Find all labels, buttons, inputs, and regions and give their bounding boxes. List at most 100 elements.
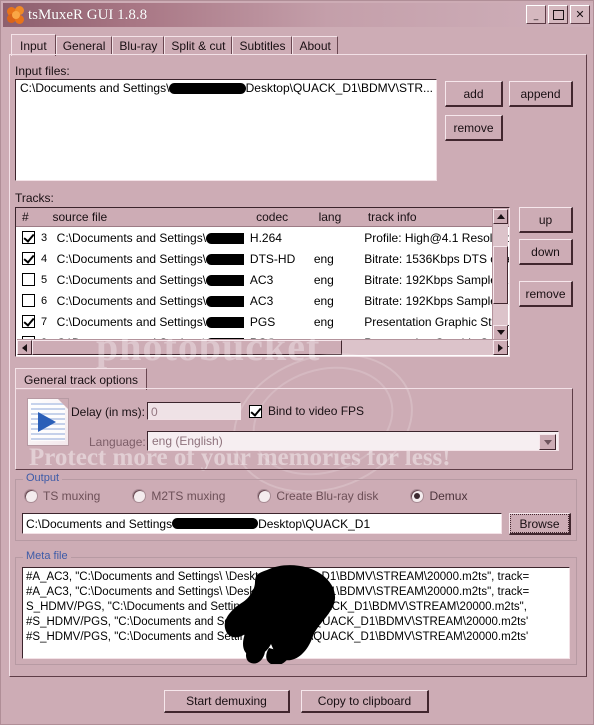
add-button[interactable]: add — [445, 81, 503, 107]
radio-indicator[interactable] — [410, 489, 425, 503]
track-codec: AC3 — [249, 272, 274, 287]
chevron-up-icon — [496, 214, 505, 219]
track-source-file: C:\Documents and Settings\... — [51, 294, 244, 308]
scroll-right-button[interactable] — [493, 340, 508, 355]
track-options-tabstrip: General track options — [15, 368, 573, 390]
language-value: eng (English) — [152, 434, 223, 448]
maximize-icon — [549, 6, 567, 23]
chevron-down-icon[interactable] — [539, 434, 556, 450]
scroll-down-button[interactable] — [493, 325, 508, 340]
minimize-button[interactable]: _ — [526, 5, 546, 24]
table-row[interactable]: 3 C:\Documents and Settings\... H.264 Pr… — [16, 227, 509, 248]
chevron-left-icon — [22, 343, 27, 352]
redaction-bar — [206, 316, 244, 328]
move-track-down-button[interactable]: down — [519, 239, 573, 265]
meta-file-line: S_HDMV/PGS, "C:\Documents and Settings\ … — [26, 601, 527, 613]
track-number: 6 — [41, 294, 48, 307]
output-mode-radio-group: TS muxing M2TS muxing Create Blu-ray dis… — [24, 489, 499, 503]
track-number: 5 — [41, 273, 48, 286]
radio-ts-muxing[interactable]: TS muxing — [24, 489, 100, 503]
horizontal-scroll-thumb[interactable] — [32, 340, 342, 355]
input-file-path-suffix: Desktop\QUACK_D1\BDMV\STR... — [245, 81, 433, 95]
chevron-right-icon — [498, 343, 503, 352]
track-source-file: C:\Documents and Settings\. — [51, 273, 244, 287]
bind-to-video-fps-row[interactable]: Bind to video FPS — [249, 404, 364, 418]
meta-file-line: #A_AC3, "C:\Documents and Settings\ \Des… — [26, 586, 530, 598]
table-row[interactable]: 6 C:\Documents and Settings\... AC3 eng … — [16, 290, 509, 311]
media-file-icon — [27, 398, 69, 446]
tab-split-and-cut[interactable]: Split & cut — [164, 36, 233, 55]
window-title: tsMuxeR GUI 1.8.8 — [28, 6, 148, 23]
close-button[interactable]: ✕ — [570, 5, 590, 24]
chevron-down-icon — [496, 330, 505, 335]
column-header-source-file: source file — [52, 210, 108, 224]
tab-general-track-options[interactable]: General track options — [15, 368, 148, 390]
track-checkbox[interactable] — [22, 252, 35, 265]
radio-demux[interactable]: Demux — [410, 489, 467, 503]
language-label: Language: — [89, 435, 146, 449]
output-groupbox: Output TS muxing M2TS muxing Create Blu-… — [15, 472, 577, 541]
tab-general[interactable]: General — [55, 36, 113, 55]
input-files-list[interactable]: C:\Documents and Settings\ Desktop\QUACK_… — [15, 79, 437, 181]
track-source-text: C:\Documents and Settings\ — [56, 272, 207, 287]
radio-indicator[interactable] — [24, 489, 38, 503]
bind-to-video-fps-label: Bind to video FPS — [268, 404, 365, 418]
output-path-input[interactable]: C:\Documents and Settings Desktop\QUACK_D… — [22, 513, 502, 534]
bind-to-video-fps-checkbox[interactable] — [249, 404, 262, 418]
tab-input[interactable]: Input — [11, 34, 56, 56]
main-tabs: Input General Blu-ray Split & cut Subtit… — [11, 34, 585, 56]
input-files-label: Input files: — [15, 64, 70, 78]
maximize-button[interactable] — [548, 5, 568, 24]
tab-label: Split & cut — [171, 39, 226, 53]
tracks-table[interactable]: # source file codec lang track info 3 C:… — [15, 207, 510, 357]
append-button[interactable]: append — [509, 81, 573, 107]
radio-label: Create Blu-ray disk — [276, 489, 379, 503]
vertical-scroll-thumb[interactable] — [493, 246, 508, 304]
tracks-vertical-scrollbar[interactable] — [492, 209, 508, 340]
track-checkbox[interactable] — [22, 315, 35, 328]
radio-indicator[interactable] — [257, 489, 272, 503]
track-info: Profile: High@4.1 Resolution: 1 — [364, 230, 509, 245]
language-select[interactable]: eng (English) — [147, 431, 559, 451]
browse-button[interactable]: Browse — [509, 513, 571, 535]
scroll-up-button[interactable] — [493, 209, 508, 224]
track-number: 4 — [41, 252, 48, 265]
tracks-label: Tracks: — [15, 191, 54, 205]
tab-label: About — [299, 39, 331, 53]
move-track-up-button[interactable]: up — [519, 207, 573, 233]
track-codec: PGS — [249, 314, 276, 329]
meta-file-textarea[interactable]: #A_AC3, "C:\Documents and Settings\ \Des… — [22, 567, 570, 659]
delay-input[interactable]: 0 — [147, 402, 241, 420]
meta-file-groupbox: Meta file #A_AC3, "C:\Documents and Sett… — [15, 550, 577, 665]
redaction-bar — [169, 82, 246, 94]
remove-track-button[interactable]: remove — [519, 281, 573, 307]
tab-about[interactable]: About — [292, 36, 338, 55]
track-codec: DTS-HD — [249, 251, 296, 266]
copy-to-clipboard-button[interactable]: Copy to clipboard — [301, 690, 429, 713]
output-path-suffix: Desktop\QUACK_D1 — [258, 516, 371, 531]
radio-m2ts-muxing[interactable]: M2TS muxing — [132, 489, 225, 503]
delay-label: Delay (in ms): — [71, 405, 146, 419]
track-source-text: C:\Documents and Settings\ — [56, 251, 207, 266]
start-demuxing-button[interactable]: Start demuxing — [164, 690, 290, 713]
track-options-panel — [15, 388, 573, 470]
track-checkbox[interactable] — [22, 294, 35, 307]
radio-indicator[interactable] — [132, 489, 147, 503]
radio-label: Demux — [429, 489, 468, 503]
tab-bluray[interactable]: Blu-ray — [112, 36, 165, 55]
remove-file-button[interactable]: remove — [445, 115, 503, 141]
table-row[interactable]: 7 C:\Documents and Settings\. PGS eng Pr… — [16, 311, 509, 332]
track-checkbox[interactable] — [22, 231, 35, 244]
list-item[interactable]: C:\Documents and Settings\ Desktop\QUACK_… — [16, 80, 436, 95]
track-number: 3 — [41, 231, 48, 244]
track-number: 7 — [41, 315, 48, 328]
track-checkbox[interactable] — [22, 273, 35, 286]
track-lang: eng — [313, 272, 334, 287]
tab-subtitles[interactable]: Subtitles — [232, 36, 293, 55]
radio-create-bluray-disk[interactable]: Create Blu-ray disk — [257, 489, 378, 503]
scroll-left-button[interactable] — [17, 340, 32, 355]
table-row[interactable]: 5 C:\Documents and Settings\. AC3 eng Bi… — [16, 269, 509, 290]
table-row[interactable]: 4 C:\Documents and Settings\ DTS-HD eng … — [16, 248, 509, 269]
tracks-horizontal-scrollbar[interactable] — [17, 339, 508, 355]
track-info: Bitrate: 192Kbps Sample Rate: — [364, 293, 509, 308]
